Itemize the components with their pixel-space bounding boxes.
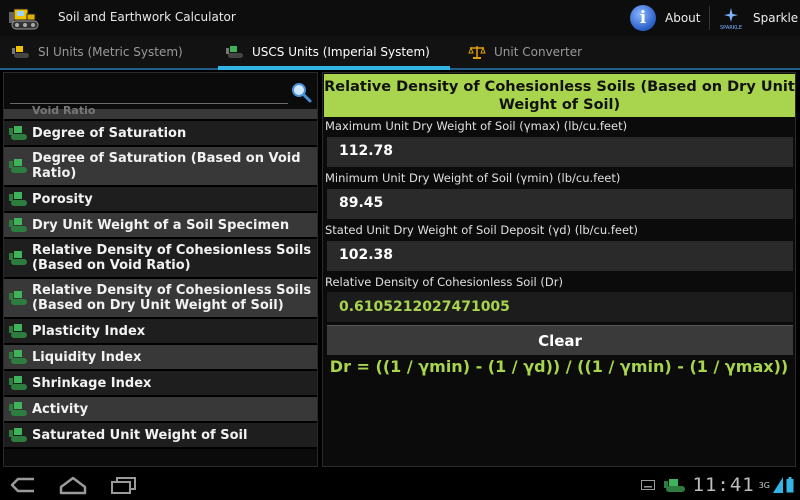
system-navigation-bar: 11:41 3G — [0, 470, 800, 500]
bulldozer-icon — [9, 291, 27, 305]
clock[interactable]: 11:41 — [693, 474, 755, 496]
list-item[interactable]: Dry Unit Weight of a Soil Specimen — [4, 213, 317, 239]
about-label: About — [665, 11, 701, 25]
keyboard-icon[interactable] — [640, 480, 655, 490]
status-area: 11:41 3G — [640, 473, 795, 497]
bulldozer-icon — [226, 46, 243, 58]
formula-text: Dr = ((1 / γmin) - (1 / γd)) / ((1 / γmi… — [329, 357, 789, 376]
info-icon: i — [630, 5, 656, 31]
list-item[interactable]: Liquidity Index — [4, 345, 317, 371]
ymax-field[interactable] — [327, 137, 793, 167]
recent-apps-icon[interactable] — [106, 474, 140, 496]
ymax-input[interactable] — [339, 143, 779, 159]
tab-label: Unit Converter — [494, 45, 583, 59]
calculator-detail-panel: Relative Density of Cohesionless Soils (… — [322, 72, 796, 467]
about-button[interactable]: i About — [630, 4, 700, 32]
bulldozer-icon — [9, 251, 27, 265]
bulldozer-icon — [9, 428, 27, 442]
title-bar: Soil and Earthwork Calculator i About SP… — [0, 0, 800, 36]
bulldozer-icon — [9, 192, 27, 206]
list-item[interactable]: Saturated Unit Weight of Soil — [4, 423, 317, 449]
app-title: Soil and Earthwork Calculator — [58, 10, 236, 24]
list-item-label: Degree of Saturation (Based on Void Rati… — [32, 151, 301, 181]
bulldozer-icon — [9, 402, 27, 416]
ymin-input[interactable] — [339, 195, 779, 211]
home-icon[interactable] — [56, 474, 90, 496]
bulldozer-icon — [9, 324, 27, 338]
result-label: Relative Density of Cohesionless Soil (D… — [325, 275, 563, 289]
bulldozer-icon — [9, 218, 27, 232]
list-item-label: Degree of Saturation — [32, 125, 187, 141]
list-item-label: Liquidity Index — [32, 349, 142, 365]
tab-bar: SI Units (Metric System) USCS Units (Imp… — [0, 36, 800, 70]
yd-label: Stated Unit Dry Weight of Soil Deposit (… — [325, 223, 639, 237]
yd-input[interactable] — [339, 247, 779, 263]
sparkle-label: Sparkle — [753, 11, 799, 25]
list-item-label: Shrinkage Index — [32, 375, 152, 391]
list-item[interactable]: Shrinkage Index — [4, 371, 317, 397]
yd-field[interactable] — [327, 241, 793, 271]
list-item[interactable]: Relative Density of Cohesionless Soils (… — [4, 279, 317, 319]
bulldozer-icon — [9, 159, 27, 173]
list-item-label: Plasticity Index — [32, 323, 146, 339]
clear-button[interactable]: Clear — [327, 325, 793, 355]
list-item[interactable]: Degree of Saturation (Based on Void Rati… — [4, 147, 317, 187]
bulldozer-icon — [9, 376, 27, 390]
result-field: 0.6105212027471005 — [327, 292, 793, 322]
list-item-label: Saturated Unit Weight of Soil — [32, 427, 248, 443]
list-item-label: Porosity — [32, 191, 93, 207]
list-item-label: Relative Density of Cohesionless Soils (… — [32, 243, 312, 273]
list-item-label: Dry Unit Weight of a Soil Specimen — [32, 217, 290, 233]
signal-icon — [773, 477, 783, 493]
result-value: 0.6105212027471005 — [339, 299, 510, 315]
sparkle-logo-icon: SPARKLE — [720, 8, 742, 31]
ymin-field[interactable] — [327, 189, 793, 219]
search-icon[interactable] — [290, 81, 312, 103]
tab-label: USCS Units (Imperial System) — [252, 45, 430, 59]
tab-label: SI Units (Metric System) — [38, 45, 183, 59]
balance-scale-icon — [468, 46, 486, 59]
calculator-title: Relative Density of Cohesionless Soils (… — [324, 74, 795, 117]
list-item[interactable]: Relative Density of Cohesionless Soils (… — [4, 239, 317, 279]
battery-icon — [786, 477, 794, 493]
tab-si-units[interactable]: SI Units (Metric System) — [12, 36, 183, 68]
back-icon[interactable] — [6, 474, 40, 496]
bulldozer-notification-icon[interactable] — [663, 477, 687, 493]
list-item-partial[interactable]: Void Ratio — [4, 104, 317, 121]
ymin-label: Minimum Unit Dry Weight of Soil (γmin) (… — [325, 171, 621, 185]
list-item[interactable]: Porosity — [4, 187, 317, 213]
network-type: 3G — [758, 480, 770, 490]
list-item[interactable]: Plasticity Index — [4, 319, 317, 345]
bulldozer-icon — [9, 350, 27, 364]
sparkle-button[interactable]: SPARKLE Sparkle — [716, 4, 798, 32]
list-item-label: Activity — [32, 401, 89, 417]
calculation-list-panel: Void Ratio Degree of Saturation Degree of… — [3, 72, 318, 467]
calculation-list[interactable]: Void Ratio Degree of Saturation Degree of… — [4, 104, 317, 449]
header-divider — [709, 6, 710, 30]
search-input[interactable] — [10, 79, 288, 103]
bulldozer-icon — [12, 46, 29, 58]
bulldozer-icon — [9, 8, 39, 30]
list-item[interactable]: Activity — [4, 397, 317, 423]
ymax-label: Maximum Unit Dry Weight of Soil (γmax) (… — [325, 119, 628, 133]
sparkle-logo-text: SPARKLE — [720, 25, 742, 31]
list-item[interactable]: Degree of Saturation — [4, 121, 317, 147]
tab-unit-converter[interactable]: Unit Converter — [468, 36, 582, 68]
list-item-label: Void Ratio — [32, 103, 96, 117]
list-item-label: Relative Density of Cohesionless Soils (… — [32, 283, 312, 313]
bulldozer-icon — [9, 126, 27, 140]
tab-uscs-units[interactable]: USCS Units (Imperial System) — [218, 36, 450, 70]
